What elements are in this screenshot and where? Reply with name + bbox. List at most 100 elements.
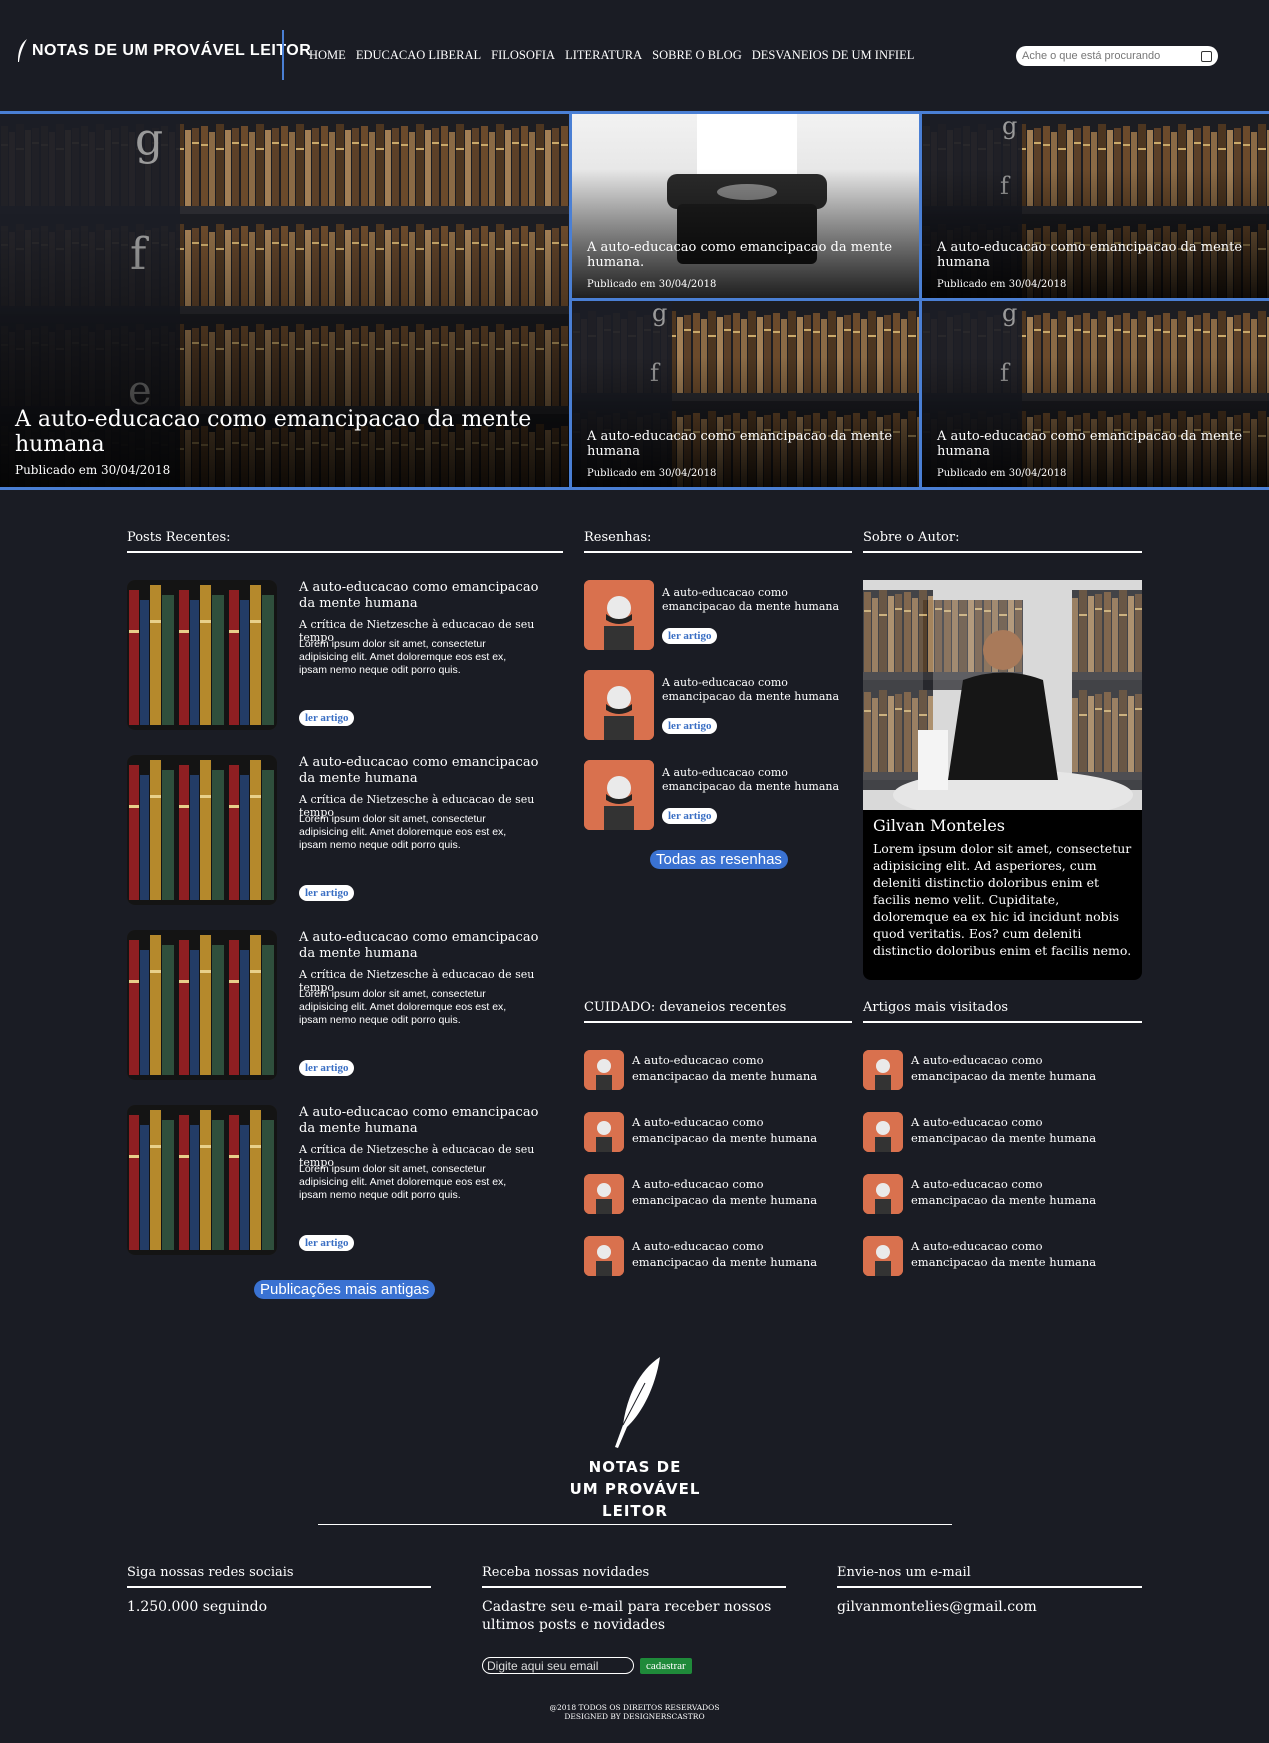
list-item[interactable]: A auto-educacao como emancipacao da ment… <box>584 1112 852 1154</box>
nav-sobre-o-blog[interactable]: SOBRE O BLOG <box>652 48 742 63</box>
hero-tile-date: Publicado em 30/04/2018 <box>937 279 1067 290</box>
footer-logo[interactable]: NOTAS DE UM PROVÁVEL LEITOR <box>540 1355 730 1520</box>
list-item[interactable]: A auto-educacao como emancipacao da ment… <box>584 1050 852 1092</box>
nav-filosofia[interactable]: FILOSOFIA <box>491 48 555 63</box>
author-bio: Lorem ipsum dolor sit amet, consectetur … <box>873 841 1132 958</box>
list-item[interactable]: A auto-educacao como emancipacao da ment… <box>584 1174 852 1216</box>
caution-section: CUIDADO: devaneios recentes A auto-educa… <box>584 1000 852 1276</box>
footer-contact: Envie-nos um e-mail gilvanmontelies@gmai… <box>837 1565 1142 1616</box>
post-thumbnail[interactable] <box>127 930 277 1080</box>
list-item[interactable]: A auto-educacao como emancipacao da ment… <box>584 1236 852 1278</box>
read-article-button[interactable]: ler artigo <box>299 710 355 726</box>
read-article-button[interactable]: ler artigo <box>662 808 718 824</box>
post-title[interactable]: A auto-educacao como emancipacao da ment… <box>299 755 539 787</box>
quill-icon <box>615 1357 660 1448</box>
post-thumbnail[interactable] <box>127 580 277 730</box>
caution-heading: CUIDADO: devaneios recentes <box>584 1000 852 1023</box>
recent-posts-heading: Posts Recentes: <box>127 530 563 553</box>
read-article-button[interactable]: ler artigo <box>299 885 355 901</box>
search-box <box>1016 46 1218 66</box>
list-item-title[interactable]: A auto-educacao como emancipacao da ment… <box>632 1238 832 1270</box>
nietzsche-portrait-image[interactable] <box>584 760 654 830</box>
list-item[interactable]: A auto-educacao como emancipacao da ment… <box>863 1112 1131 1154</box>
read-article-button[interactable]: ler artigo <box>662 628 718 644</box>
hero-tile-title[interactable]: A auto-educacao como emancipacao da ment… <box>937 429 1269 459</box>
list-item-title[interactable]: A auto-educacao como emancipacao da ment… <box>911 1052 1111 1084</box>
hero-tile[interactable]: g f A auto-educacao como emancipacao da … <box>922 114 1269 298</box>
post-title[interactable]: A auto-educacao como emancipacao da ment… <box>299 580 539 612</box>
site-header: NOTAS DE UM PROVÁVEL LEITOR HOME EDUCACA… <box>0 0 1269 112</box>
post-title[interactable]: A auto-educacao como emancipacao da ment… <box>299 930 539 962</box>
post-title[interactable]: A auto-educacao como emancipacao da ment… <box>299 1105 539 1137</box>
hero-tile-title[interactable]: A auto-educacao como emancipacao da ment… <box>937 240 1269 270</box>
header-divider <box>282 30 284 80</box>
older-posts-button[interactable]: Publicações mais antigas <box>254 1280 436 1299</box>
post-item: A auto-educacao como emancipacao da ment… <box>127 930 563 1082</box>
list-item-title[interactable]: A auto-educacao como emancipacao da ment… <box>911 1176 1111 1208</box>
review-item: A auto-educacao como emancipacao da ment… <box>584 580 852 652</box>
post-item: A auto-educacao como emancipacao da ment… <box>127 755 563 907</box>
footer-newsletter: Receba nossas novidades Cadastre seu e-m… <box>482 1565 786 1634</box>
nav-literatura[interactable]: LITERATURA <box>565 48 642 63</box>
read-article-button[interactable]: ler artigo <box>299 1235 355 1251</box>
site-logo[interactable]: NOTAS DE UM PROVÁVEL LEITOR <box>16 38 311 64</box>
hero-tile[interactable]: A auto-educacao como emancipacao da ment… <box>572 114 919 298</box>
nietzsche-thumb-image <box>863 1050 903 1090</box>
most-visited-heading: Artigos mais visitados <box>863 1000 1142 1023</box>
review-title[interactable]: A auto-educacao como emancipacao da ment… <box>662 586 852 614</box>
footer-logo-line: NOTAS DE <box>588 1458 682 1476</box>
footer-divider <box>318 1524 952 1525</box>
review-title[interactable]: A auto-educacao como emancipacao da ment… <box>662 676 852 704</box>
read-article-button[interactable]: ler artigo <box>662 718 718 734</box>
svg-text:g: g <box>652 301 667 327</box>
footer-logo-line: LEITOR <box>602 1502 668 1520</box>
nietzsche-thumb-image <box>863 1236 903 1276</box>
hero-tile-title[interactable]: A auto-educacao como emancipacao da ment… <box>587 429 919 459</box>
footer-logo-line: UM PROVÁVEL <box>569 1480 701 1498</box>
footer-contact-heading: Envie-nos um e-mail <box>837 1565 1142 1588</box>
hero-tile-date: Publicado em 30/04/2018 <box>937 468 1067 479</box>
nietzsche-portrait-image[interactable] <box>584 670 654 740</box>
all-reviews-button[interactable]: Todas as resenhas <box>650 850 788 869</box>
list-item-title[interactable]: A auto-educacao como emancipacao da ment… <box>632 1052 832 1084</box>
footer-social-heading: Siga nossas redes sociais <box>127 1565 431 1588</box>
nav-home[interactable]: HOME <box>309 48 346 63</box>
nietzsche-portrait-image[interactable] <box>584 580 654 650</box>
search-icon[interactable] <box>1201 50 1212 62</box>
hero-tile-title[interactable]: A auto-educacao como emancipacao da ment… <box>587 240 919 270</box>
email-field[interactable] <box>482 1657 634 1674</box>
most-visited-section: Artigos mais visitados A auto-educacao c… <box>863 1000 1142 1276</box>
reviews-heading: Resenhas: <box>584 530 852 553</box>
nietzsche-thumb-image <box>863 1112 903 1152</box>
subscribe-button[interactable]: cadastrar <box>640 1657 692 1674</box>
recent-posts-section: Posts Recentes: A auto-educacao como ema… <box>127 530 563 1299</box>
newsletter-form: cadastrar <box>482 1657 692 1674</box>
list-item-title[interactable]: A auto-educacao como emancipacao da ment… <box>911 1114 1111 1146</box>
hero-tile[interactable]: g f A auto-educacao como emancipacao da … <box>572 301 919 487</box>
copyright: @2018 TODOS OS DIREITOS RESERVADOS DESIG… <box>0 1703 1269 1721</box>
hero-tile-date: Publicado em 30/04/2018 <box>587 279 717 290</box>
list-item-title[interactable]: A auto-educacao como emancipacao da ment… <box>911 1238 1111 1270</box>
list-item-title[interactable]: A auto-educacao como emancipacao da ment… <box>632 1114 832 1146</box>
contact-email[interactable]: gilvanmontelies@gmail.com <box>837 1598 1142 1616</box>
hero-main-tile[interactable]: g f e A auto-educacao como emancipacao d… <box>0 114 569 487</box>
newsletter-text: Cadastre seu e-mail para receber nossos … <box>482 1599 772 1633</box>
hero-tile[interactable]: g f A auto-educacao como emancipacao da … <box>922 301 1269 487</box>
nav-desvaneios[interactable]: DESVANEIOS DE UM INFIEL <box>752 48 915 63</box>
search-input[interactable] <box>1022 50 1202 62</box>
post-thumbnail[interactable] <box>127 755 277 905</box>
footer-social: Siga nossas redes sociais 1.250.000 segu… <box>127 1565 431 1616</box>
list-item[interactable]: A auto-educacao como emancipacao da ment… <box>863 1236 1131 1278</box>
nav-educacao-liberal[interactable]: EDUCACAO LIBERAL <box>356 48 481 63</box>
list-item[interactable]: A auto-educacao como emancipacao da ment… <box>863 1050 1131 1092</box>
review-title[interactable]: A auto-educacao como emancipacao da ment… <box>662 766 852 794</box>
author-name: Gilvan Monteles <box>873 816 1005 835</box>
list-item[interactable]: A auto-educacao como emancipacao da ment… <box>863 1174 1131 1216</box>
post-item: A auto-educacao como emancipacao da ment… <box>127 580 563 732</box>
post-thumbnail[interactable] <box>127 1105 277 1255</box>
read-article-button[interactable]: ler artigo <box>299 1060 355 1076</box>
hero-main-title[interactable]: A auto-educacao como emancipacao da ment… <box>15 407 569 457</box>
post-excerpt: Lorem ipsum dolor sit amet, consectetur … <box>299 1163 507 1201</box>
author-section: Sobre o Autor: Gilvan Monteles Lorem ips… <box>863 530 1142 980</box>
list-item-title[interactable]: A auto-educacao como emancipacao da ment… <box>632 1176 832 1208</box>
